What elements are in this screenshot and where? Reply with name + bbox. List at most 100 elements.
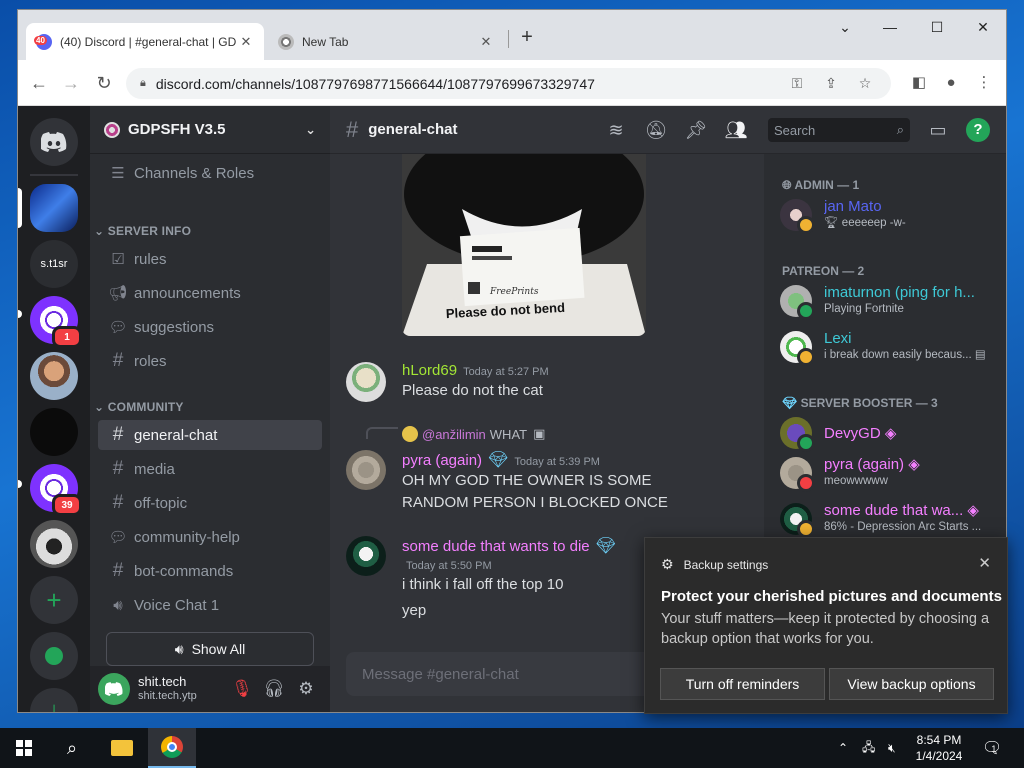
channel-bot-commands[interactable]: # bot-commands (98, 556, 322, 586)
help-icon[interactable]: ? (966, 118, 990, 142)
profile-icon[interactable]: ● (940, 72, 962, 94)
threads-icon[interactable]: ≋ (604, 118, 628, 142)
new-tab-button[interactable]: + (516, 26, 538, 48)
address-bar: ← → ↻ 🔒︎ discord.com/channels/1087797698… (18, 60, 1006, 106)
tab-search-icon[interactable]: ⌄ (833, 16, 857, 38)
avatar[interactable] (98, 673, 130, 705)
gear-icon[interactable]: ⚙ (290, 679, 322, 699)
discord-home-button[interactable] (30, 118, 78, 166)
composer-placeholder[interactable]: Message #general-chat (362, 666, 680, 683)
message-author[interactable]: some dude that wants to die (402, 538, 590, 555)
booster-icon: ◈ (967, 502, 979, 519)
server-cat[interactable] (30, 520, 78, 568)
tab-close-icon[interactable]: ✕ (478, 34, 494, 50)
hash-icon: # (112, 458, 124, 479)
channel-rules[interactable]: ☑ rules (98, 244, 322, 274)
volume-muted-icon[interactable]: 🔇︎ (888, 728, 896, 768)
channel-roles[interactable]: # roles (98, 346, 322, 376)
message-author[interactable]: hLord69 (402, 362, 457, 379)
add-server-button[interactable]: + (30, 576, 78, 624)
side-panel-icon[interactable]: ◧ (908, 72, 930, 94)
channels-roles[interactable]: ☰ Channels & Roles (98, 158, 322, 188)
menu-kebab-icon[interactable]: ⋮ (973, 72, 995, 94)
member-item[interactable]: DevyGD ◈ (780, 412, 996, 454)
category-server-info[interactable]: ⌄ SERVER INFO (94, 224, 191, 238)
tray-chevron-icon[interactable]: ⌃ (838, 728, 848, 768)
member-item[interactable]: pyra (again) ◈ meowwwww (780, 452, 996, 494)
channel-label: Voice Chat 1 (134, 596, 220, 614)
member-name: DevyGD ◈ (824, 424, 897, 442)
chrome-taskbar-icon[interactable] (148, 728, 196, 768)
file-explorer-icon[interactable] (98, 728, 146, 768)
member-name: some dude that wa... ◈ (824, 502, 979, 519)
turn-off-reminders-button[interactable]: Turn off reminders (660, 668, 825, 700)
avatar (780, 285, 815, 320)
channel-voice-chat-1[interactable]: 🔊︎ Voice Chat 1 (98, 590, 322, 620)
reply-preview[interactable]: @anžilimin WHAT ▣ (402, 426, 545, 442)
channel-off-topic[interactable]: # off-topic (98, 488, 322, 518)
member-item[interactable]: jan Mato 🏆︎ eeeeeep -w- (780, 194, 996, 236)
minimize-button[interactable]: — (878, 16, 902, 38)
server-st1sr[interactable]: s.t1sr (30, 240, 78, 288)
close-window-button[interactable]: ✕ (971, 16, 995, 38)
start-button[interactable] (0, 728, 48, 768)
avatar (780, 331, 815, 366)
mute-mic-icon[interactable]: 🎙︎ (226, 679, 258, 699)
server-film-2[interactable]: 39 (30, 464, 82, 516)
notification-bell-muted-icon[interactable]: 🔕︎ (644, 118, 668, 142)
chrome-icon (278, 33, 294, 50)
search-icon[interactable]: ⌕ (48, 728, 96, 768)
bookmark-star-icon[interactable]: ☆ (853, 75, 877, 92)
omnibox[interactable]: 🔒︎ discord.com/channels/1087797698771566… (126, 68, 891, 99)
key-icon[interactable]: ⚿ (785, 75, 809, 92)
close-icon[interactable]: ✕ (978, 554, 991, 572)
tab-discord[interactable]: 40 (40) Discord | #general-chat | GD ✕ (26, 23, 264, 60)
share-icon[interactable]: ⇪ (819, 75, 843, 92)
member-list-icon[interactable]: 👥︎ (724, 118, 748, 142)
search-input[interactable]: Search ⌕ (768, 118, 910, 142)
avatar[interactable] (346, 362, 386, 402)
notification-center-icon[interactable]: 🗨︎ 1 (982, 728, 1002, 768)
reload-button[interactable]: ↻ (93, 72, 115, 94)
show-all-button[interactable]: 🔊︎ Show All (106, 632, 314, 666)
server-gdpsfh[interactable] (30, 184, 78, 232)
user-panel: shit.tech shit.tech.ytp 🎙︎ 🎧︎ ⚙ (90, 666, 330, 712)
channel-label: bot-commands (134, 562, 234, 580)
cat-photo: FreePrints Please do not bend (402, 154, 646, 336)
explore-servers-button[interactable] (30, 632, 78, 680)
download-apps-button[interactable]: ⤓ (30, 688, 78, 712)
member-item[interactable]: Lexi i break down easily becaus... ▤ (780, 326, 996, 368)
tab-badge: 40 (34, 35, 47, 45)
notification-count: 1 (991, 744, 997, 754)
avatar (780, 457, 815, 492)
guild-header[interactable]: GDPSFH V3.5 ⌄ (90, 106, 330, 154)
member-item[interactable]: some dude that wa... ◈ 86% - Depression A… (780, 498, 996, 540)
network-icon[interactable]: 🖧︎ (862, 728, 875, 768)
url-text[interactable]: discord.com/channels/1087797698771566644… (156, 76, 775, 92)
channel-general-chat[interactable]: # general-chat (98, 420, 322, 450)
channel-community-help[interactable]: 💬︎ community-help (98, 522, 322, 552)
channel-announcements[interactable]: 📢︎ announcements (98, 278, 322, 308)
attached-image[interactable]: FreePrints Please do not bend (402, 154, 646, 336)
inbox-icon[interactable]: ▭ (926, 118, 950, 142)
pin-icon[interactable]: 📌︎ (684, 118, 708, 142)
clock[interactable]: 8:54 PM 1/4/2024 (908, 732, 970, 764)
forward-button[interactable]: → (60, 72, 82, 94)
tab-close-icon[interactable]: ✕ (238, 34, 254, 50)
avatar[interactable] (346, 536, 386, 576)
back-button[interactable]: ← (28, 72, 50, 94)
tab-new-tab[interactable]: New Tab ✕ (268, 23, 504, 60)
user-names[interactable]: shit.tech shit.tech.ytp (138, 674, 226, 704)
server-dark[interactable] (30, 408, 78, 456)
category-community[interactable]: ⌄ COMMUNITY (94, 400, 184, 414)
maximize-button[interactable]: ☐ (925, 16, 949, 38)
member-item[interactable]: imaturnon (ping for h... Playing Fortnite (780, 280, 996, 322)
channel-suggestions[interactable]: 💬︎ suggestions (98, 312, 322, 342)
message-author[interactable]: pyra (again) (402, 452, 482, 469)
view-backup-options-button[interactable]: View backup options (829, 668, 994, 700)
channel-media[interactable]: # media (98, 454, 322, 484)
server-film[interactable]: 1 (30, 296, 82, 348)
headphones-icon[interactable]: 🎧︎ (258, 679, 290, 699)
avatar[interactable] (346, 450, 386, 490)
server-photo[interactable] (30, 352, 78, 400)
